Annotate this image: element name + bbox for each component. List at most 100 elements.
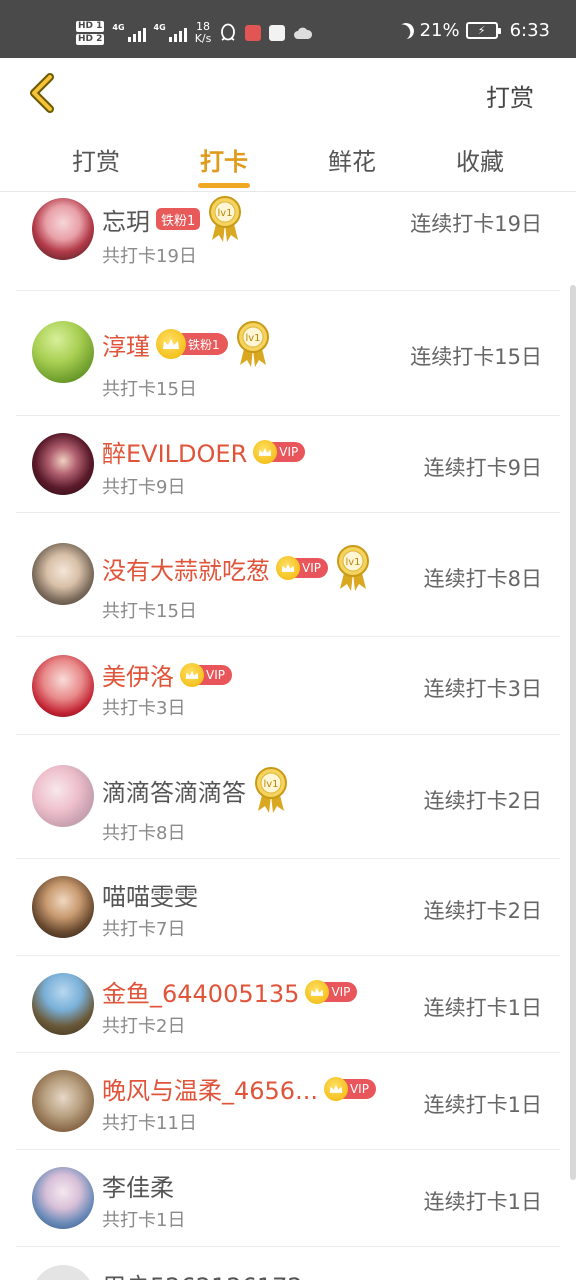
name-line: 美伊洛 VIP — [102, 657, 232, 692]
total-checkins: 共打卡11日 — [102, 1113, 197, 1134]
user-name[interactable]: 淳瑾 — [102, 327, 150, 362]
avatar[interactable] — [32, 1265, 94, 1280]
list-item[interactable]: 美伊洛 VIP 共打卡3日 连续打卡3日 — [16, 637, 560, 735]
status-left: HD 1 HD 2 4G 4G 18 K/s — [76, 16, 313, 50]
tab-reward[interactable]: 打赏 — [46, 142, 146, 177]
user-name[interactable]: 金鱼_644005135 — [102, 974, 299, 1009]
list-item[interactable]: 金鱼_644005135 VIP 共打卡2日 连续打卡1日 — [16, 956, 560, 1053]
avatar[interactable] — [32, 655, 94, 717]
medal-level: lv1 — [245, 333, 260, 344]
name-line: 滴滴答滴滴答 lv1 — [102, 765, 290, 815]
user-name[interactable]: 用户5262126172 — [102, 1267, 303, 1280]
medal-level: lv1 — [263, 779, 278, 790]
book-app-icon — [245, 25, 262, 41]
streak-days: 连续打卡1日 — [423, 996, 542, 1020]
mail-app-icon — [269, 25, 286, 41]
medal-icon: lv1 — [209, 196, 242, 242]
fan-badge: 铁粉1 — [156, 208, 201, 230]
vip-badge: VIP — [253, 439, 306, 464]
status-right: 21% ⚡ 6:33 — [398, 20, 550, 41]
crown-icon — [323, 1076, 348, 1101]
streak-days: 连续打卡19日 — [410, 212, 542, 236]
tab-bar: 打赏 打卡 鲜花 收藏 — [0, 130, 576, 192]
user-name[interactable]: 滴滴答滴滴答 — [102, 773, 246, 808]
crown-icon — [156, 329, 186, 359]
list-item[interactable]: 淳瑾 铁粉1 lv1 共打卡15日 连续打卡15日 — [16, 291, 560, 416]
total-checkins: 共打卡7日 — [102, 919, 186, 940]
fan-crown-badge: 铁粉1 — [156, 329, 228, 359]
total-checkins: 共打卡9日 — [102, 477, 186, 498]
user-name[interactable]: 晚风与温柔_4656... — [102, 1071, 318, 1106]
user-name[interactable]: 醉EVILDOER — [102, 434, 247, 469]
active-tab-indicator — [198, 183, 250, 188]
list-item[interactable]: 醉EVILDOER VIP 共打卡9日 连续打卡9日 — [16, 416, 560, 513]
vip-badge: VIP — [305, 979, 358, 1004]
tab-flowers[interactable]: 鲜花 — [302, 142, 402, 177]
medal-icon: lv1 — [336, 545, 369, 591]
name-line: 晚风与温柔_4656... VIP — [102, 1071, 376, 1106]
streak-days: 连续打卡8日 — [423, 567, 542, 591]
user-name[interactable]: 喵喵雯雯 — [102, 877, 198, 912]
vip-badge: VIP — [180, 662, 232, 687]
streak-days: 连续打卡2日 — [423, 789, 542, 813]
user-name[interactable]: 没有大蒜就吃葱 — [102, 551, 270, 586]
scrollbar[interactable] — [570, 285, 576, 1180]
name-line: 醉EVILDOER VIP — [102, 434, 306, 469]
battery-percent: 21% — [419, 20, 460, 41]
checkin-list: 忘玥 铁粉1 lv1 共打卡19日 连续打卡19日 淳瑾 铁粉1 lv1 共打卡… — [0, 192, 576, 1280]
vip-badge: VIP — [276, 556, 328, 580]
user-name[interactable]: 忘玥 — [102, 202, 150, 237]
list-item[interactable]: 李佳柔 共打卡1日 连续打卡1日 — [16, 1150, 560, 1247]
name-line: 忘玥 铁粉1 lv1 — [102, 194, 244, 244]
list-item[interactable]: 忘玥 铁粉1 lv1 共打卡19日 连续打卡19日 — [16, 192, 560, 291]
hd1-indicator: HD 1 — [76, 21, 105, 32]
streak-days: 连续打卡3日 — [423, 677, 542, 701]
avatar[interactable] — [32, 1070, 94, 1132]
list-item[interactable]: 用户5262126172 — [16, 1247, 560, 1280]
tab-favorites[interactable]: 收藏 — [430, 142, 530, 177]
avatar[interactable] — [32, 198, 94, 260]
name-line: 用户5262126172 — [102, 1267, 303, 1280]
hd-indicators: HD 1 HD 2 — [76, 21, 105, 45]
tab-checkin[interactable]: 打卡 — [174, 142, 274, 177]
back-button[interactable] — [22, 70, 62, 116]
signal-icon: 4G — [112, 24, 146, 42]
crown-icon — [305, 979, 330, 1004]
total-checkins: 共打卡19日 — [102, 246, 197, 267]
crown-icon — [253, 439, 278, 464]
status-bar: HD 1 HD 2 4G 4G 18 K/s 21% ⚡ 6:33 — [0, 0, 576, 58]
list-item[interactable]: 喵喵雯雯 共打卡7日 连续打卡2日 — [16, 859, 560, 956]
avatar[interactable] — [32, 973, 94, 1035]
chevron-left-icon — [30, 73, 54, 113]
total-checkins: 共打卡3日 — [102, 698, 186, 719]
battery-icon: ⚡ — [465, 22, 501, 39]
streak-days: 连续打卡15日 — [410, 345, 542, 369]
medal-icon: lv1 — [236, 321, 269, 367]
streak-days: 连续打卡9日 — [423, 456, 542, 480]
user-name[interactable]: 李佳柔 — [102, 1168, 174, 1203]
user-name[interactable]: 美伊洛 — [102, 657, 174, 692]
streak-days: 连续打卡1日 — [423, 1190, 542, 1214]
medal-level: lv1 — [218, 208, 233, 219]
list-item[interactable]: 晚风与温柔_4656... VIP 共打卡11日 连续打卡1日 — [16, 1053, 560, 1150]
total-checkins: 共打卡1日 — [102, 1210, 186, 1231]
avatar[interactable] — [32, 876, 94, 938]
list-item[interactable]: 没有大蒜就吃葱 VIP lv1 共打卡15日 连续打卡8日 — [16, 513, 560, 637]
total-checkins: 共打卡15日 — [102, 601, 197, 622]
vip-badge: VIP — [323, 1076, 376, 1101]
crown-icon — [180, 662, 204, 687]
total-checkins: 共打卡8日 — [102, 823, 186, 844]
cloud-icon — [294, 27, 313, 39]
moon-icon — [395, 20, 416, 41]
reward-action-button[interactable]: 打赏 — [486, 78, 534, 113]
avatar[interactable] — [32, 321, 94, 383]
avatar[interactable] — [32, 433, 94, 495]
avatar[interactable] — [32, 765, 94, 827]
list-item[interactable]: 滴滴答滴滴答 lv1 共打卡8日 连续打卡2日 — [16, 735, 560, 859]
avatar[interactable] — [32, 543, 94, 605]
streak-days: 连续打卡1日 — [423, 1093, 542, 1117]
avatar[interactable] — [32, 1167, 94, 1229]
qq-icon — [221, 23, 236, 41]
name-line: 李佳柔 — [102, 1168, 174, 1203]
signal-icon: 4G — [154, 24, 187, 42]
